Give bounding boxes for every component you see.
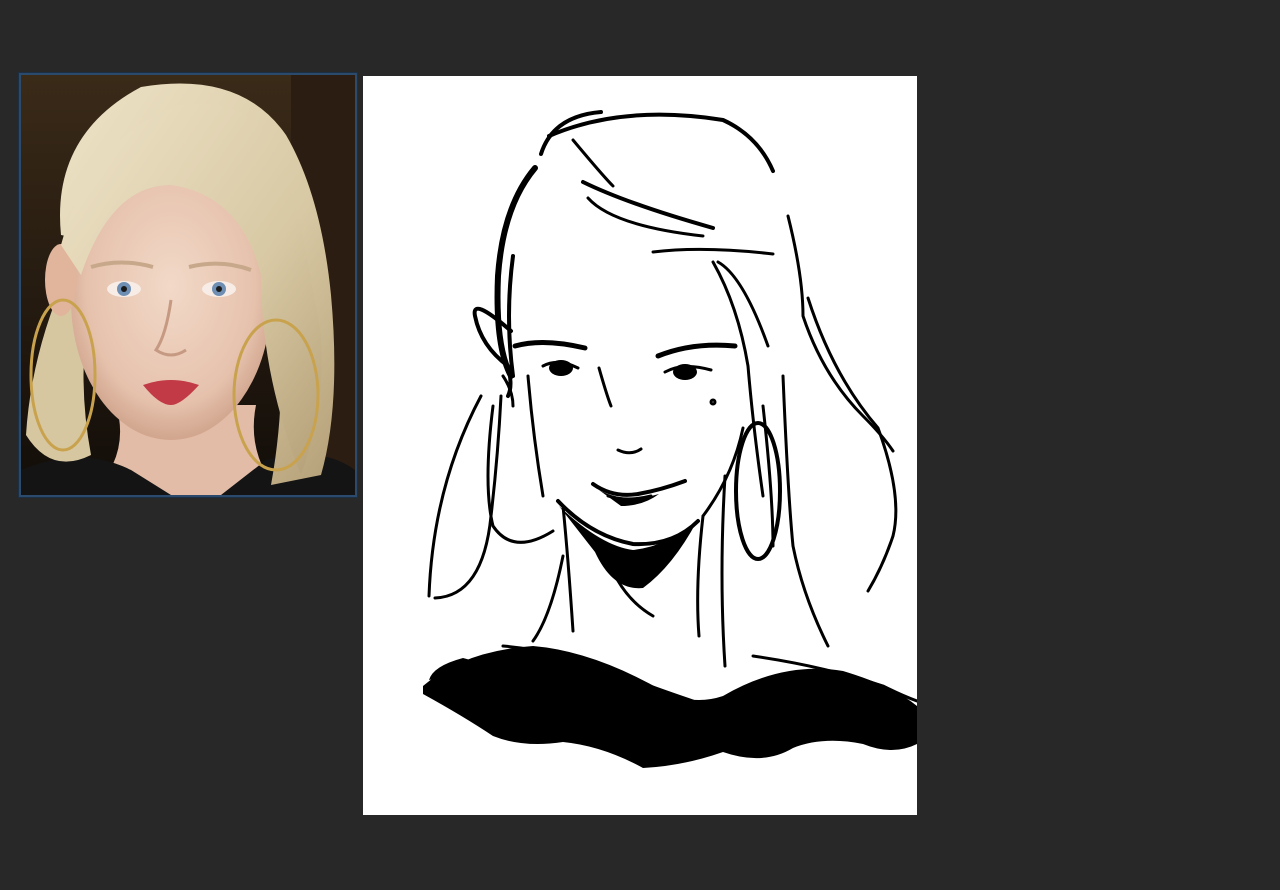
- reference-image-panel[interactable]: [19, 73, 357, 497]
- ink-sketch: [423, 110, 917, 768]
- drawing-canvas[interactable]: [363, 76, 917, 815]
- reference-photo: [21, 75, 355, 495]
- workspace: [0, 0, 1280, 890]
